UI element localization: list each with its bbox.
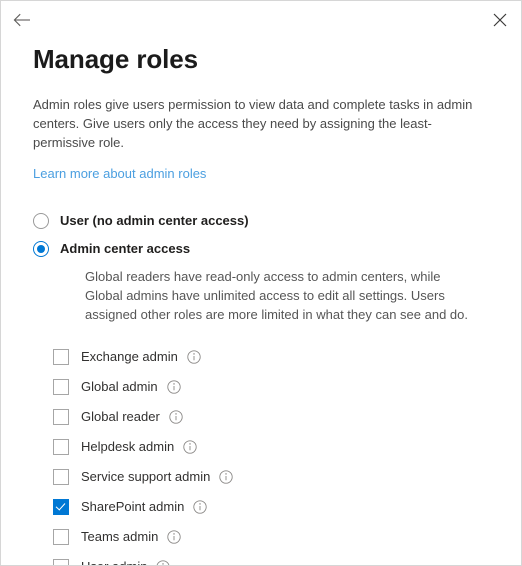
info-icon[interactable] — [187, 350, 201, 364]
info-icon[interactable] — [169, 410, 183, 424]
info-icon[interactable] — [193, 500, 207, 514]
back-arrow-icon[interactable] — [9, 7, 35, 33]
info-icon[interactable] — [183, 440, 197, 454]
checkbox-row-global-reader[interactable]: Global reader — [53, 402, 521, 432]
info-icon[interactable] — [219, 470, 233, 484]
radio-option-label: User (no admin center access) — [60, 213, 249, 228]
checkbox-mark-checked — [53, 499, 69, 515]
checkbox-mark — [53, 559, 69, 565]
close-icon[interactable] — [487, 7, 513, 33]
checkbox-row-user-admin[interactable]: User admin — [53, 552, 521, 565]
checkbox-mark — [53, 529, 69, 545]
checkbox-mark — [53, 349, 69, 365]
radio-option-user-no-access[interactable]: User (no admin center access) — [33, 207, 521, 235]
manage-roles-panel: Manage roles Admin roles give users perm… — [0, 0, 522, 566]
info-icon[interactable] — [166, 380, 181, 394]
checkbox-label: Global admin — [81, 379, 158, 394]
radio-mark-selected — [33, 241, 49, 257]
checkbox-mark — [53, 469, 69, 485]
checkbox-row-sharepoint-admin[interactable]: SharePoint admin — [53, 492, 521, 522]
access-level-radio-group: User (no admin center access) Admin cent… — [1, 207, 521, 324]
checkbox-label: Exchange admin — [81, 349, 178, 364]
info-icon[interactable] — [167, 530, 181, 544]
admin-access-description: Global readers have read-only access to … — [85, 269, 468, 322]
checkbox-mark — [53, 439, 69, 455]
checkbox-label: SharePoint admin — [81, 499, 185, 514]
checkbox-row-global-admin[interactable]: Global admin — [53, 372, 521, 402]
checkbox-label: Teams admin — [81, 529, 159, 544]
checkbox-row-exchange-admin[interactable]: Exchange admin — [53, 342, 521, 372]
checkbox-row-helpdesk-admin[interactable]: Helpdesk admin — [53, 432, 521, 462]
checkbox-mark — [53, 409, 69, 425]
checkbox-row-teams-admin[interactable]: Teams admin — [53, 522, 521, 552]
radio-mark — [33, 213, 49, 229]
admin-roles-checkbox-list: Exchange admin Global admin Global reade… — [1, 342, 521, 565]
panel-toolbar — [1, 1, 521, 35]
radio-option-admin-center-access[interactable]: Admin center access — [33, 235, 521, 263]
learn-more-link[interactable]: Learn more about admin roles — [33, 165, 206, 182]
panel-description: Admin roles give users permission to vie… — [33, 97, 473, 150]
radio-option-label: Admin center access — [60, 241, 191, 256]
checkbox-label: Global reader — [81, 409, 160, 424]
checkbox-row-service-support-admin[interactable]: Service support admin — [53, 462, 521, 492]
page-title: Manage roles — [33, 44, 198, 74]
info-icon[interactable] — [156, 560, 170, 565]
checkbox-label: Helpdesk admin — [81, 439, 175, 454]
checkbox-mark — [53, 379, 69, 395]
checkbox-label: User admin — [81, 559, 147, 565]
checkbox-label: Service support admin — [81, 469, 211, 484]
